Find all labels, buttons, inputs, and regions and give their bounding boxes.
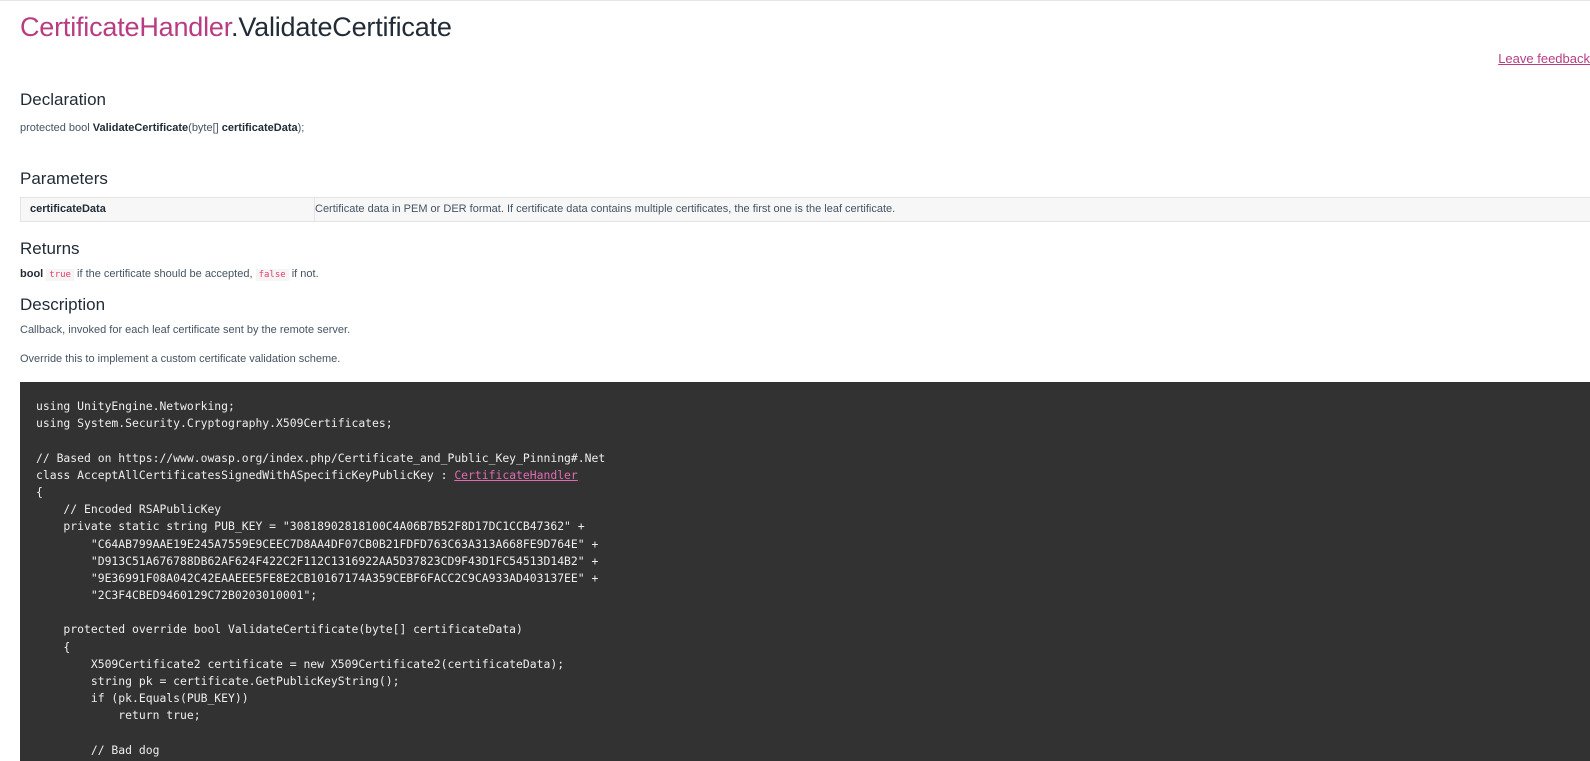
page-title: CertificateHandler.ValidateCertificate bbox=[20, 12, 452, 43]
declaration-open: (byte[] bbox=[188, 122, 222, 134]
declaration-method: ValidateCertificate bbox=[92, 122, 189, 134]
code-content: using UnityEngine.Networking; using Syste… bbox=[36, 398, 605, 759]
code-line: "2C3F4CBED9460129C72B0203010001"; bbox=[36, 588, 318, 603]
code-example: using UnityEngine.Networking; using Syste… bbox=[20, 382, 1590, 761]
code-line: using UnityEngine.Networking; bbox=[36, 399, 235, 413]
returns-middle: if the certificate should be accepted, bbox=[73, 268, 256, 280]
code-line-class-decl: class AcceptAllCertificatesSignedWithASp… bbox=[36, 467, 605, 484]
code-line: // Bad dog bbox=[36, 742, 160, 757]
returns-text: bool true if the certificate should be a… bbox=[20, 268, 319, 281]
top-divider bbox=[0, 0, 1590, 1]
code-line: "D913C51A676788DB62AF624F422C2F112C13169… bbox=[36, 553, 599, 568]
declaration-close: ); bbox=[297, 122, 305, 134]
code-line: "9E36991F08A042C42EAAEEE5FE8E2CB10167174… bbox=[36, 570, 599, 585]
code-line: return true; bbox=[36, 708, 201, 723]
code-line-text: class AcceptAllCertificatesSignedWithASp… bbox=[36, 467, 455, 482]
leave-feedback-link[interactable]: Leave feedback bbox=[1498, 51, 1590, 66]
true-code: true bbox=[46, 269, 74, 281]
parameters-heading: Parameters bbox=[20, 169, 108, 188]
param-description-cell: Certificate data in PEM or DER format. I… bbox=[315, 203, 896, 215]
code-line: using System.Security.Cryptography.X509C… bbox=[36, 416, 393, 431]
certificate-handler-code-link[interactable]: CertificateHandler bbox=[454, 468, 577, 482]
false-code: false bbox=[255, 269, 289, 281]
declaration-prefix: protected bool bbox=[20, 122, 93, 134]
parameters-table: certificateData Certificate data in PEM … bbox=[20, 197, 1590, 222]
returns-type: bool bbox=[20, 268, 44, 280]
declaration-heading: Declaration bbox=[20, 90, 106, 109]
page-title-class: CertificateHandler bbox=[20, 12, 232, 42]
page-title-method: ValidateCertificate bbox=[238, 12, 452, 42]
description-paragraph-2: Override this to implement a custom cert… bbox=[20, 353, 341, 365]
code-line: protected override bool ValidateCertific… bbox=[36, 622, 523, 637]
returns-end: if not. bbox=[288, 268, 319, 280]
code-line: private static string PUB_KEY = "3081890… bbox=[36, 519, 585, 534]
code-line: { bbox=[36, 484, 43, 499]
code-line: // Encoded RSAPublicKey bbox=[36, 502, 222, 517]
declaration-signature: protected bool ValidateCertificate(byte[… bbox=[20, 122, 304, 134]
declaration-param: certificateData bbox=[221, 122, 298, 134]
description-paragraph-1: Callback, invoked for each leaf certific… bbox=[20, 324, 351, 336]
returns-heading: Returns bbox=[20, 239, 80, 258]
code-line: "C64AB799AAE19E245A7559E9CEEC7D8AA4DF07C… bbox=[36, 536, 599, 551]
code-line: X509Certificate2 certificate = new X509C… bbox=[36, 656, 565, 671]
code-line: string pk = certificate.GetPublicKeyStri… bbox=[36, 674, 400, 688]
code-line: // Based on https://www.owasp.org/index.… bbox=[36, 450, 606, 465]
code-line: { bbox=[36, 639, 71, 654]
description-heading: Description bbox=[20, 295, 106, 314]
code-line: if (pk.Equals(PUB_KEY)) bbox=[36, 691, 249, 706]
param-name-cell: certificateData bbox=[21, 198, 315, 221]
